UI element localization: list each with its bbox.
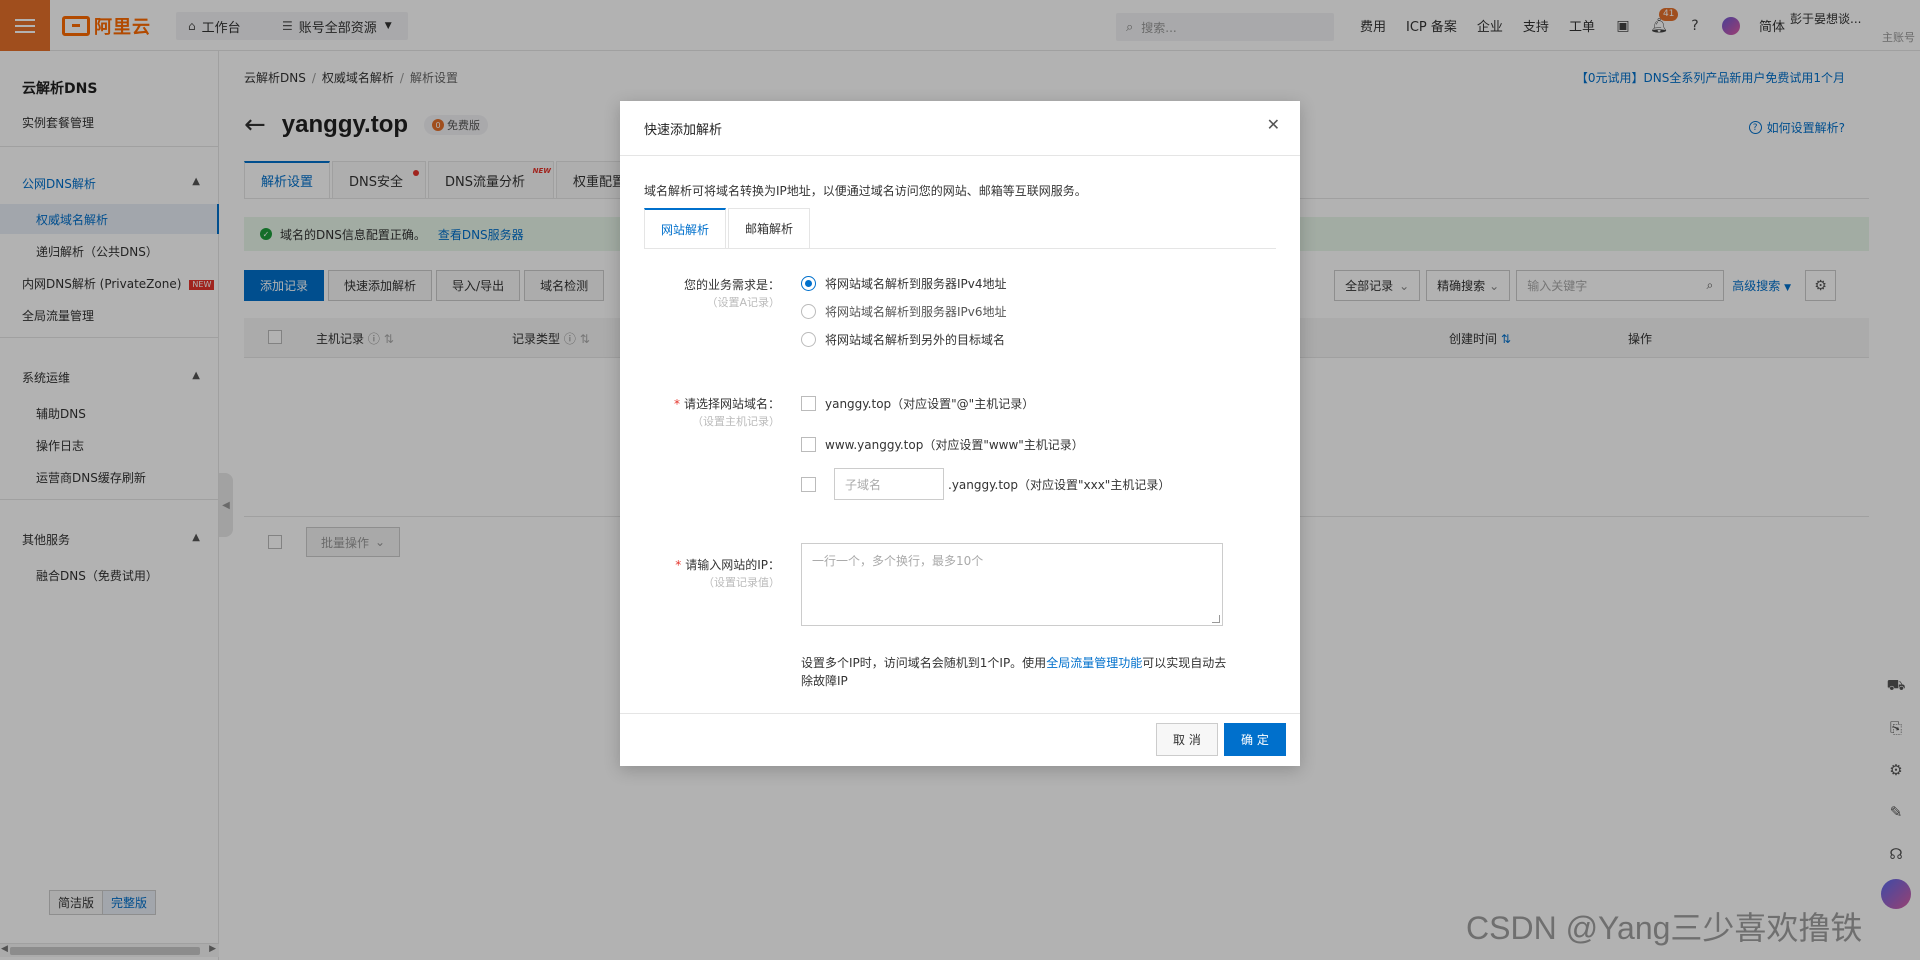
checkbox-sub-domain[interactable]: 子域名 .yanggy.top（对应设置"xxx"主机记录） (801, 468, 1170, 500)
checkbox[interactable] (801, 396, 816, 411)
ip-textarea[interactable]: 一行一个，多个换行，最多10个 (801, 543, 1223, 626)
close-icon[interactable]: ✕ (1267, 117, 1280, 133)
checkbox[interactable] (801, 476, 816, 492)
need-label: 您的业务需求是： (683, 278, 780, 292)
need-hint: （设置A记录） (706, 296, 780, 309)
domain-hint: （设置主机记录） (692, 415, 780, 428)
gtm-link[interactable]: 全局流量管理功能 (1046, 656, 1142, 670)
checkbox-root-domain[interactable]: yanggy.top（对应设置"@"主机记录） (801, 395, 1034, 412)
radio-cname[interactable]: 将网站域名解析到另外的目标域名 (801, 331, 1005, 348)
quick-add-dialog: 快速添加解析 ✕ 域名解析可将域名转换为IP地址，以便通过域名访问您的网站、邮箱… (620, 101, 1300, 766)
domain-label: * 请选择网站域名： (673, 397, 780, 411)
cancel-button[interactable]: 取 消 (1156, 723, 1218, 756)
radio-ipv6[interactable]: 将网站域名解析到服务器IPv6地址 (801, 303, 1007, 320)
dialog-title: 快速添加解析 (644, 123, 723, 138)
tab-mail-resolve[interactable]: 邮箱解析 (728, 208, 811, 248)
ip-label: * 请输入网站的IP： (675, 558, 780, 572)
confirm-button[interactable]: 确 定 (1224, 723, 1286, 756)
radio-ipv4[interactable]: 将网站域名解析到服务器IPv4地址 (801, 275, 1007, 292)
radio-button[interactable] (801, 276, 816, 291)
ip-note: 设置多个IP时，访问域名会随机到1个IP。使用全局流量管理功能可以实现自动去除故… (801, 656, 1227, 688)
checkbox-www-domain[interactable]: www.yanggy.top（对应设置"www"主机记录） (801, 436, 1084, 453)
tab-website-resolve[interactable]: 网站解析 (644, 208, 727, 248)
radio-button[interactable] (801, 304, 816, 319)
dialog-description: 域名解析可将域名转换为IP地址，以便通过域名访问您的网站、邮箱等互联网服务。 (644, 184, 1087, 198)
checkbox[interactable] (801, 437, 816, 452)
ip-hint: （设置记录值） (703, 576, 780, 589)
radio-button[interactable] (801, 332, 816, 347)
subdomain-input[interactable]: 子域名 (834, 468, 944, 500)
resize-grip-icon[interactable] (1212, 615, 1220, 623)
